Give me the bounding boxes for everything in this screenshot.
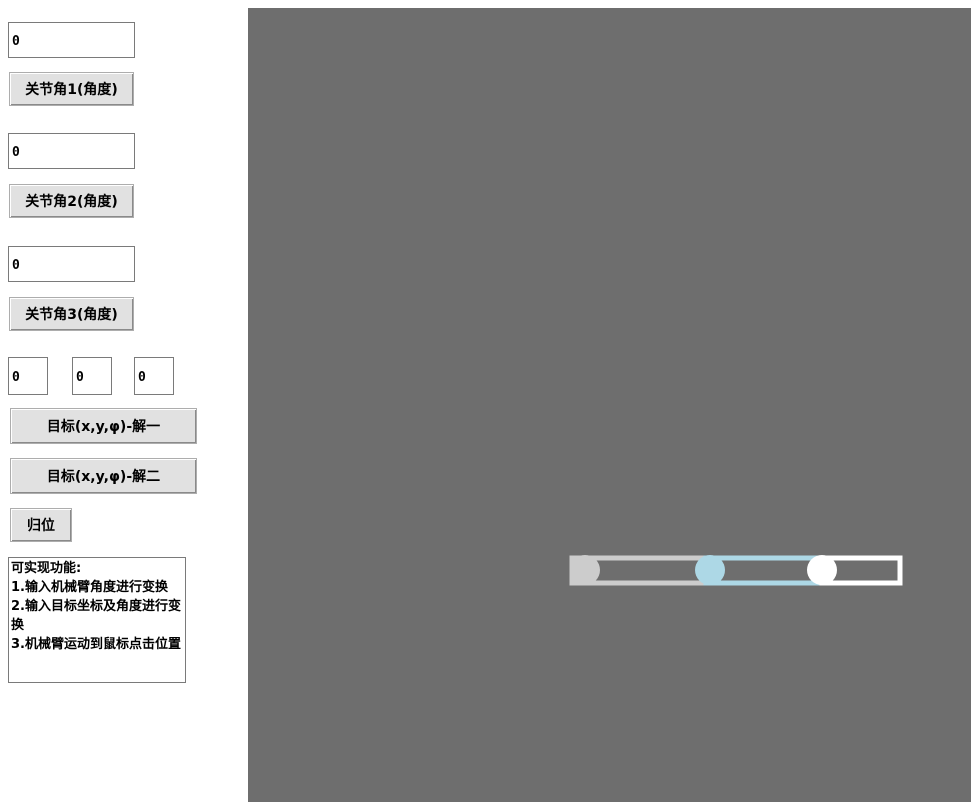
joint-1[interactable] xyxy=(570,555,600,585)
robot-arm-canvas[interactable] xyxy=(248,8,971,802)
robot-arm xyxy=(569,555,903,586)
target-y-input[interactable] xyxy=(72,357,112,395)
joint3-angle-button[interactable]: 关节角3(角度) xyxy=(9,297,134,331)
joint-2[interactable] xyxy=(695,555,725,585)
joint2-angle-button[interactable]: 关节角2(角度) xyxy=(9,184,134,218)
feature-description: 可实现功能: 1.输入机械臂角度进行变换 2.输入目标坐标及角度进行变换 3.机… xyxy=(8,557,186,683)
reset-button[interactable]: 归位 xyxy=(10,508,72,542)
target-phi-input[interactable] xyxy=(134,357,174,395)
solve-target-solution1-button[interactable]: 目标(x,y,φ)-解一 xyxy=(10,408,197,444)
joint2-angle-input[interactable] xyxy=(8,133,135,169)
target-x-input[interactable] xyxy=(8,357,48,395)
joint3-angle-input[interactable] xyxy=(8,246,135,282)
solve-target-solution2-button[interactable]: 目标(x,y,φ)-解二 xyxy=(10,458,197,494)
joint1-angle-input[interactable] xyxy=(8,22,135,58)
joint-3[interactable] xyxy=(807,555,837,585)
joint1-angle-button[interactable]: 关节角1(角度) xyxy=(9,72,134,106)
